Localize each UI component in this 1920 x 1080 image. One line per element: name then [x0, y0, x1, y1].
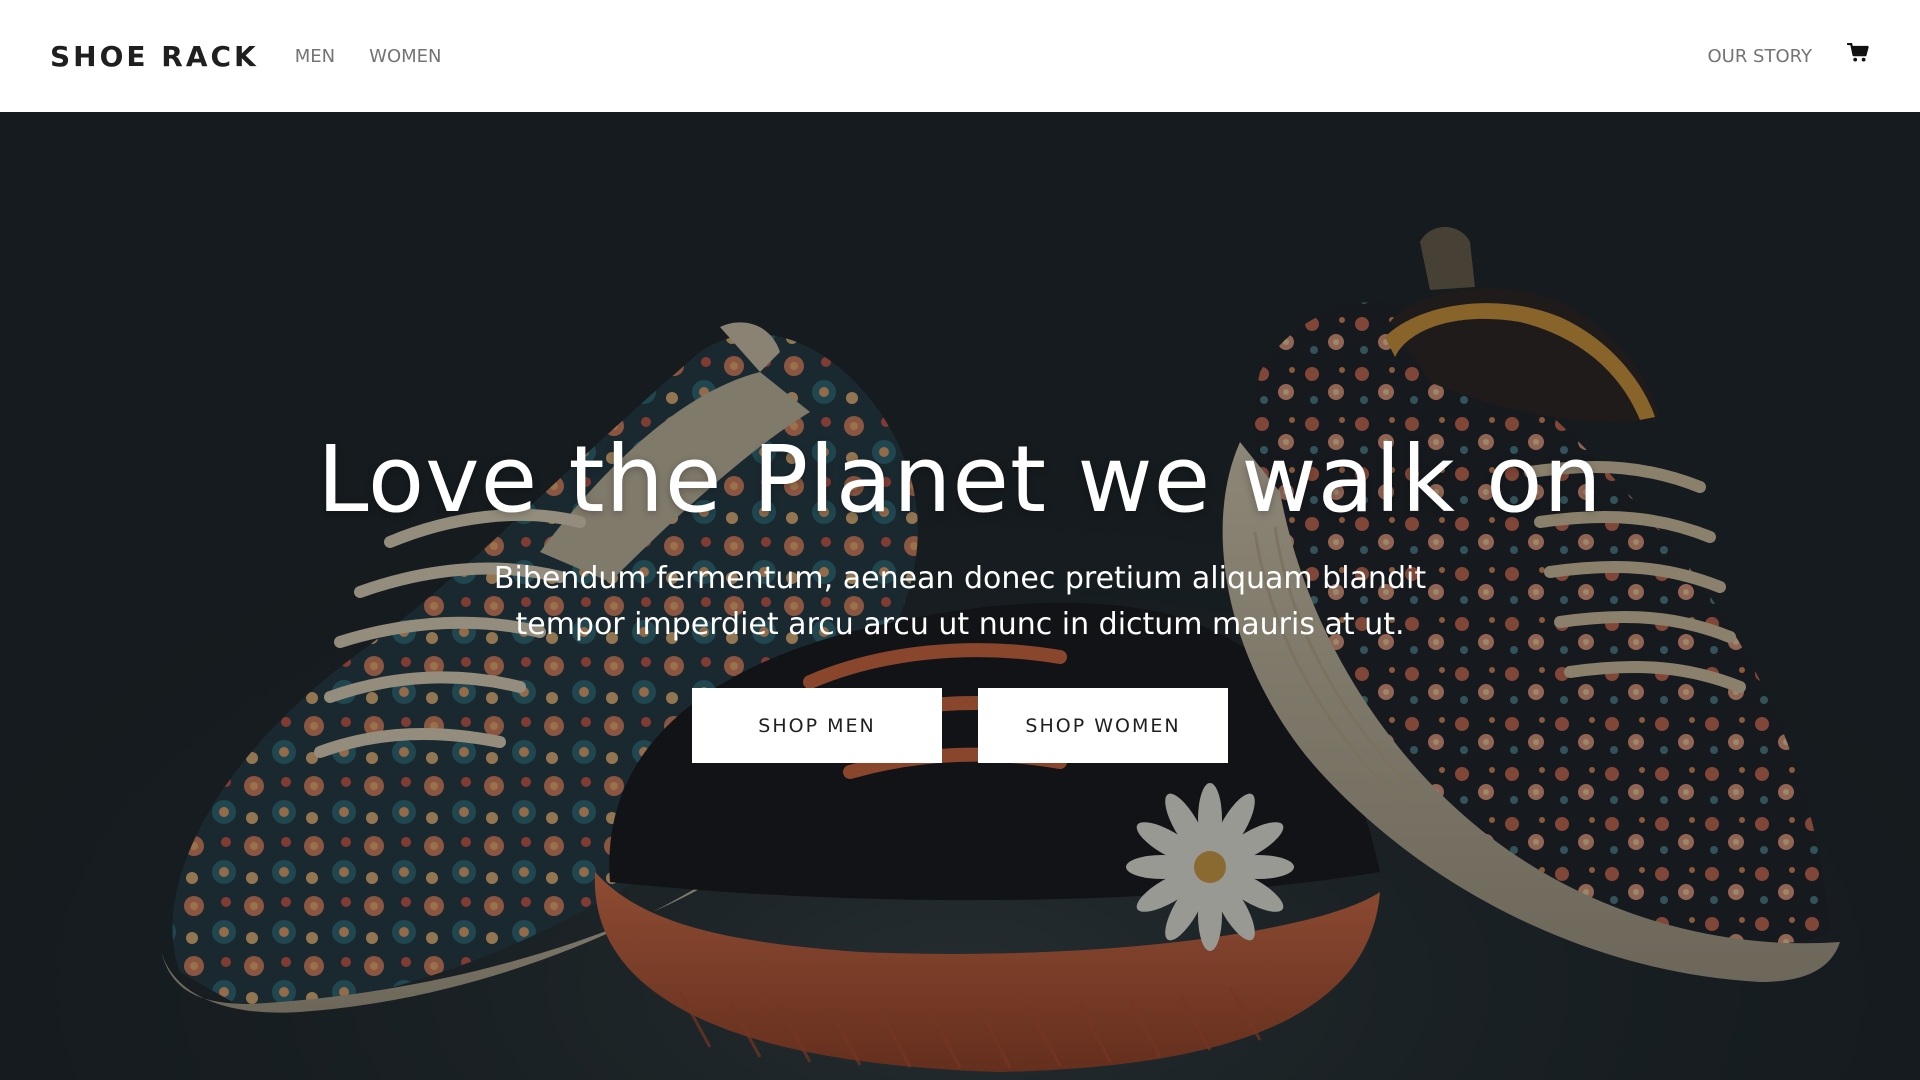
shop-men-button[interactable]: SHOP MEN — [692, 688, 942, 763]
top-navbar: SHOE RACK MEN WOMEN OUR STORY — [0, 0, 1920, 112]
primary-nav: SHOE RACK MEN WOMEN — [50, 40, 475, 73]
nav-link-women[interactable]: WOMEN — [369, 46, 441, 67]
shopping-cart-icon[interactable] — [1846, 41, 1870, 65]
secondary-nav: OUR STORY — [1707, 43, 1870, 67]
hero-section: Love the Planet we walk on Bibendum ferm… — [0, 112, 1920, 1080]
nav-link-our-story[interactable]: OUR STORY — [1707, 46, 1812, 67]
hero-title: Love the Planet we walk on — [317, 426, 1603, 533]
nav-link-men[interactable]: MEN — [295, 46, 335, 67]
hero-content: Love the Planet we walk on Bibendum ferm… — [0, 112, 1920, 1080]
hero-cta-group: SHOP MEN SHOP WOMEN — [692, 688, 1228, 763]
hero-subtitle: Bibendum fermentum, aenean donec pretium… — [493, 561, 1427, 642]
shop-women-button[interactable]: SHOP WOMEN — [978, 688, 1228, 763]
brand-logo[interactable]: SHOE RACK — [50, 40, 259, 73]
